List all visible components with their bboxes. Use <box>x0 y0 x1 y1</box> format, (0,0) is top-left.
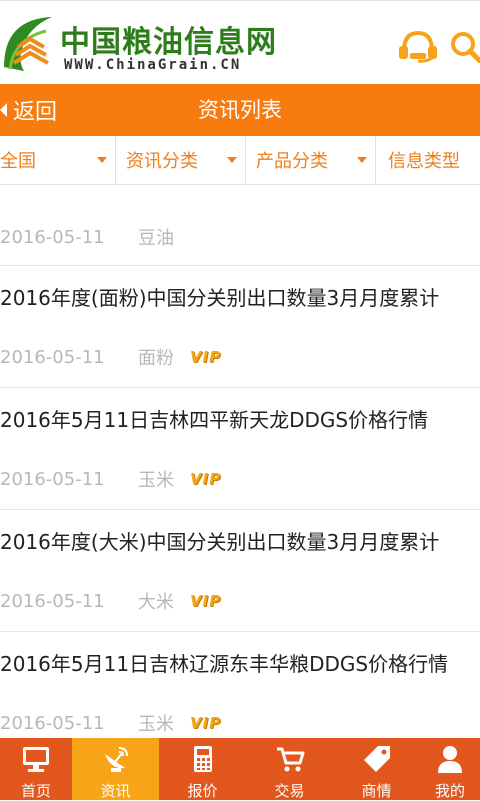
title-bar: 返回 资讯列表 <box>0 84 480 136</box>
item-meta: 2016-05-11 面粉 VIP <box>0 342 480 372</box>
item-date: 2016-05-11 <box>0 590 105 612</box>
item-meta: 2016-05-11 豆油 <box>0 222 480 252</box>
satellite-icon <box>104 747 128 772</box>
item-title: 2016年度(面粉)中国分关别出口数量3月月度累计 <box>0 286 440 310</box>
filter-news-category[interactable]: 资讯分类 <box>116 136 246 184</box>
list-item[interactable]: 2016年度(面粉)中国分关别出口数量3月月度累计 2016-05-11 面粉 … <box>0 266 480 388</box>
item-date: 2016-05-11 <box>0 226 105 248</box>
customer-service-icon[interactable] <box>396 29 440 63</box>
nav-label: 资讯 <box>100 782 131 800</box>
item-category: 面粉 <box>138 348 174 369</box>
filter-region[interactable]: 全国 <box>0 136 116 184</box>
nav-mine[interactable]: 我的 <box>420 738 480 800</box>
app-header: 中国粮油信息网 WWW.ChinaGrain.CN <box>0 0 480 84</box>
item-date: 2016-05-11 <box>0 468 105 490</box>
nav-label: 报价 <box>187 782 218 800</box>
item-date: 2016-05-11 <box>0 346 105 368</box>
back-label: 返回 <box>13 100 58 125</box>
cart-icon <box>276 747 304 772</box>
item-meta: 2016-05-11 玉米 VIP <box>0 708 480 738</box>
bottom-nav: 首页 资讯 报价 交易 商情 我的 <box>0 738 480 800</box>
logo-title: 中国粮油信息网 <box>60 25 277 60</box>
search-icon[interactable] <box>448 31 480 63</box>
chevron-down-icon <box>97 157 107 163</box>
list-item[interactable]: 2016年5月11日吉林四平新天龙DDGS价格行情 2016-05-11 玉米 … <box>0 388 480 510</box>
filter-label: 资讯分类 <box>126 151 198 172</box>
nav-quotes[interactable]: 报价 <box>159 738 246 800</box>
item-title: 2016年5月11日吉林辽源东丰华粮DDGS价格行情 <box>0 652 449 676</box>
logo-icon <box>4 17 52 71</box>
vip-badge: VIP <box>190 592 222 610</box>
back-arrow-icon <box>0 103 7 117</box>
news-list: 2016-05-11 豆油 2016年度(面粉)中国分关别出口数量3月月度累计 … <box>0 184 480 738</box>
tag-icon <box>363 746 390 772</box>
filter-bar: 全国 资讯分类 产品分类 信息类型 <box>0 136 480 185</box>
item-date: 2016-05-11 <box>0 712 105 734</box>
vip-badge: VIP <box>190 470 222 488</box>
nav-trade[interactable]: 交易 <box>246 738 333 800</box>
user-icon <box>438 746 462 773</box>
list-item[interactable]: 2016年度(大米)中国分关别出口数量3月月度累计 2016-05-11 大米 … <box>0 510 480 632</box>
filter-product-category[interactable]: 产品分类 <box>246 136 376 184</box>
filter-info-type[interactable]: 信息类型 <box>376 136 480 184</box>
item-category: 玉米 <box>138 470 174 491</box>
logo-url: WWW.ChinaGrain.CN <box>64 57 242 73</box>
nav-label: 首页 <box>20 782 51 800</box>
nav-news[interactable]: 资讯 <box>72 738 159 800</box>
page-title: 资讯列表 <box>198 98 282 122</box>
calculator-icon <box>193 746 212 772</box>
nav-home[interactable]: 首页 <box>0 738 72 800</box>
nav-label: 我的 <box>434 782 465 800</box>
back-button[interactable]: 返回 <box>0 84 57 136</box>
chevron-down-icon <box>227 157 237 163</box>
item-meta: 2016-05-11 大米 VIP <box>0 586 480 616</box>
item-category: 大米 <box>138 592 174 613</box>
nav-label: 交易 <box>274 782 305 800</box>
filter-label: 全国 <box>0 151 36 172</box>
filter-label: 信息类型 <box>388 151 460 172</box>
nav-label: 商情 <box>361 782 392 800</box>
vip-badge: VIP <box>190 714 222 732</box>
filter-label: 产品分类 <box>256 151 328 172</box>
monitor-icon <box>23 747 49 772</box>
item-title: 2016年度(大米)中国分关别出口数量3月月度累计 <box>0 530 440 554</box>
item-title: 2016年5月11日吉林四平新天龙DDGS价格行情 <box>0 408 429 432</box>
list-item[interactable]: 2016-05-11 豆油 <box>0 184 480 266</box>
item-category: 豆油 <box>138 228 174 249</box>
vip-badge: VIP <box>190 348 222 366</box>
item-meta: 2016-05-11 玉米 VIP <box>0 464 480 494</box>
list-item[interactable]: 2016年5月11日吉林辽源东丰华粮DDGS价格行情 2016-05-11 玉米… <box>0 632 480 738</box>
chevron-down-icon <box>357 157 367 163</box>
nav-market[interactable]: 商情 <box>333 738 420 800</box>
item-category: 玉米 <box>138 714 174 735</box>
